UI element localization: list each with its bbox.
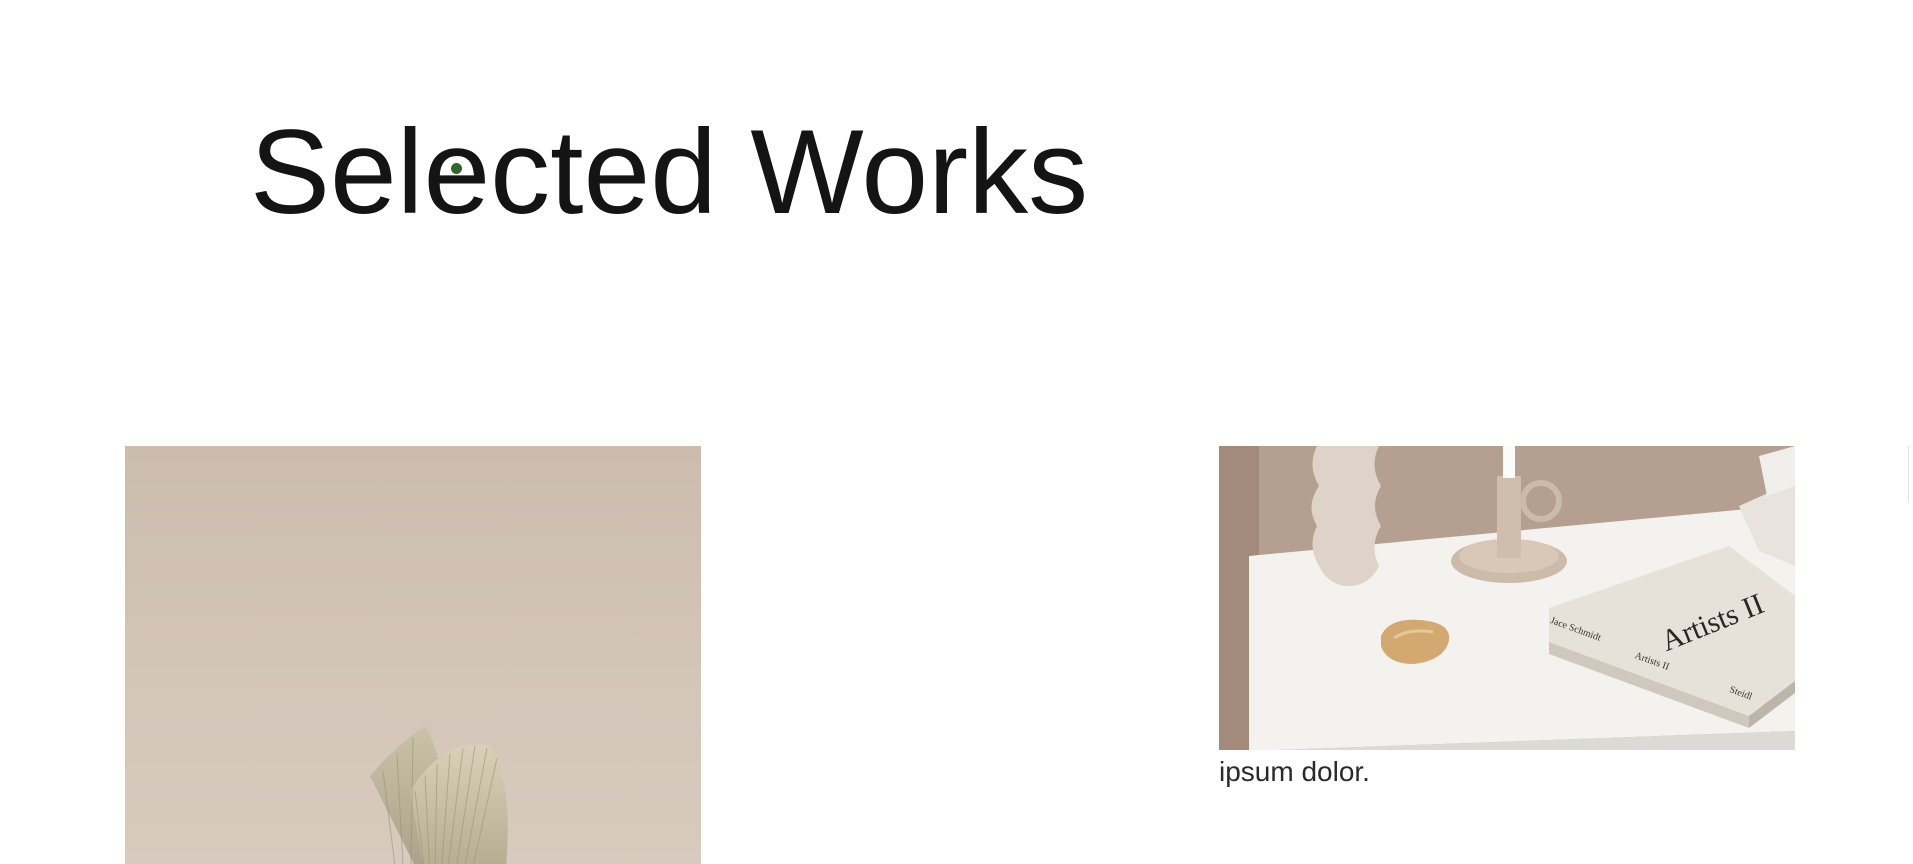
work-card-image-right[interactable]: Artists II Jace Schmidt Artists II Steid… xyxy=(1219,446,1795,750)
cursor-dot-icon xyxy=(451,163,462,174)
desk-still-life-illustration xyxy=(1219,446,1795,750)
palm-fan-illustration xyxy=(370,726,508,864)
work-caption: ipsum dolor. xyxy=(1219,756,1370,787)
page: Selected Works Artists II Jace Schmidt A… xyxy=(0,0,1913,864)
section-heading: Selected Works xyxy=(250,105,1089,239)
scrollbar-edge[interactable] xyxy=(1908,446,1913,502)
work-card-image-left[interactable] xyxy=(125,446,701,864)
